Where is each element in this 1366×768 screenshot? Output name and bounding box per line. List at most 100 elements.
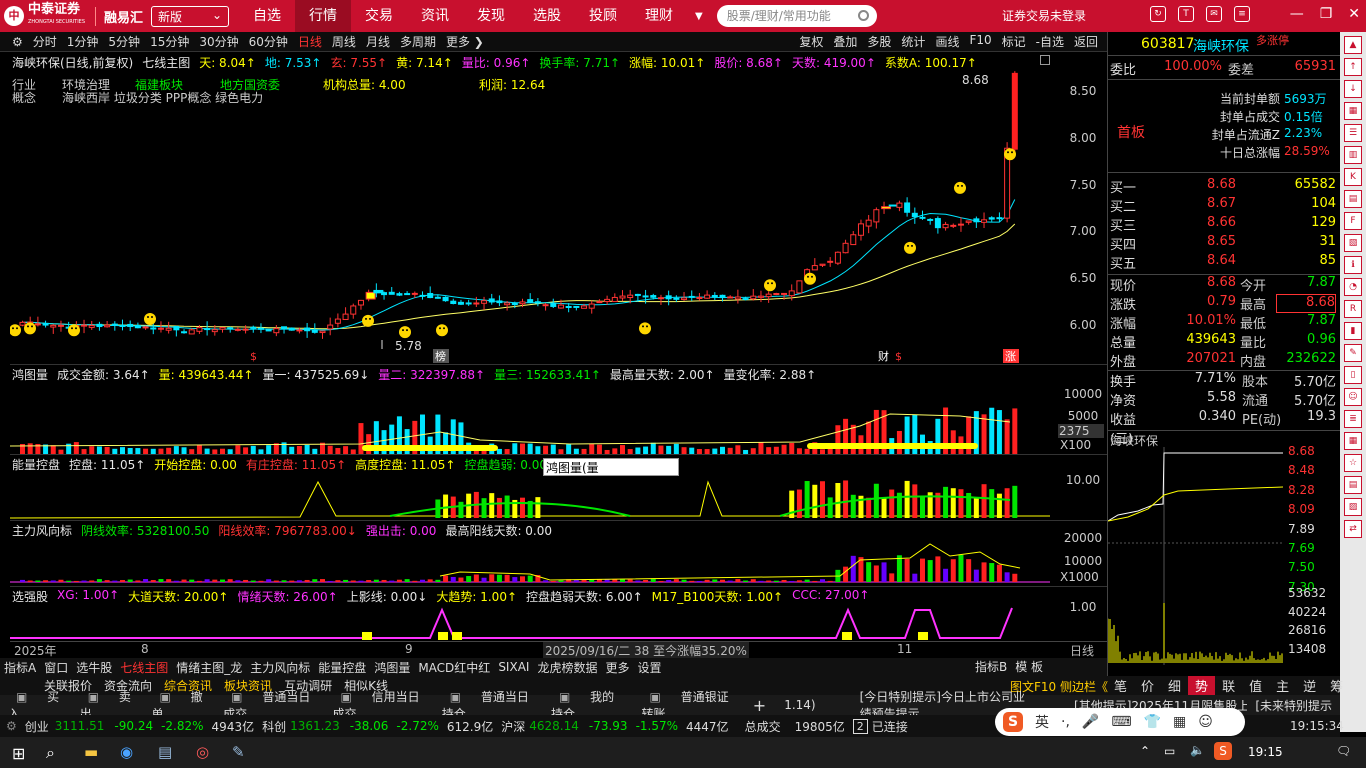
indicator-tab-8[interactable]: MACD红中红 — [414, 659, 494, 676]
period-tab-7[interactable]: 周线 — [327, 33, 361, 50]
indicator-tab-12[interactable]: 设置 — [633, 659, 665, 676]
period-tab-8[interactable]: 月线 — [361, 33, 395, 50]
chart-tool-0[interactable]: 复权 — [794, 33, 828, 50]
notice-3[interactable]: [未来特别提示 — [1247, 697, 1340, 714]
period-tab-2[interactable]: 5分钟 — [103, 33, 145, 50]
chart-icon[interactable]: ▥ — [1344, 146, 1362, 164]
search-input[interactable]: 股票/理财/常用功能 — [716, 5, 877, 27]
mode-tab-0[interactable]: 笔 — [1107, 676, 1134, 695]
indicator-tab-right-1[interactable]: 模 板 — [1015, 658, 1043, 675]
up-icon[interactable]: ▲ — [1344, 36, 1362, 54]
punctuation-icon[interactable]: ·, — [1061, 714, 1070, 730]
period-tab-5[interactable]: 60分钟 — [244, 33, 293, 50]
star-icon[interactable]: ☆ — [1344, 454, 1362, 472]
chart-tool-3[interactable]: 统计 — [896, 33, 930, 50]
stack-icon[interactable]: ≣ — [1344, 410, 1362, 428]
notification-icon[interactable]: 🗨 — [1336, 744, 1351, 758]
calc-icon[interactable]: ▦ — [1344, 432, 1362, 450]
skin-icon[interactable]: 👕 — [1144, 714, 1161, 730]
rsi-icon[interactable]: R — [1344, 300, 1362, 318]
mode-tab-2[interactable]: 细 — [1161, 676, 1188, 695]
minimize-icon[interactable]: — — [1290, 6, 1304, 22]
period-tab-10[interactable]: 更多 ❯ — [441, 33, 489, 50]
refresh-icon[interactable]: ↻ — [1150, 6, 1166, 22]
mode-tab-8[interactable]: 筹 — [1323, 676, 1350, 695]
indicator-tab-10[interactable]: 龙虎榜数据 — [533, 659, 601, 676]
login-status[interactable]: 证券交易未登录 — [1002, 0, 1086, 32]
arrow-down-icon[interactable]: ↓ — [1344, 80, 1362, 98]
chart-tool-8[interactable]: 返回 — [1069, 33, 1103, 50]
nav-6[interactable]: 投顾 — [575, 0, 631, 32]
add-button[interactable]: + — [743, 696, 776, 715]
exchange-icon[interactable]: ⇄ — [1344, 520, 1362, 538]
mode-tab-6[interactable]: 主 — [1269, 676, 1296, 695]
ime-logo-icon[interactable]: S — [1003, 712, 1023, 732]
info-icon[interactable]: ℹ — [1344, 256, 1362, 274]
browser-icon[interactable]: ◉ — [120, 743, 133, 761]
tool-app-icon[interactable]: ✎ — [232, 743, 245, 761]
message-icon[interactable]: ✉ — [1206, 6, 1222, 22]
nav-2[interactable]: 交易 — [351, 0, 407, 32]
chart3-icon[interactable]: ▨ — [1344, 498, 1362, 516]
nav-3[interactable]: 资讯 — [407, 0, 463, 32]
chart-tool-1[interactable]: 叠加 — [828, 33, 862, 50]
indicator-tab-2[interactable]: 选牛股 — [72, 659, 116, 676]
toolbox-icon[interactable]: ▦ — [1173, 714, 1186, 730]
indicator-tab-11[interactable]: 更多 — [601, 659, 633, 676]
trading-app-icon[interactable]: ◎ — [196, 743, 209, 761]
file-explorer-icon[interactable]: ▬ — [84, 743, 98, 761]
gear-icon[interactable]: ⚙ — [0, 35, 28, 49]
chart-tool-4[interactable]: 画线 — [930, 33, 964, 50]
list-icon[interactable]: ☰ — [1344, 124, 1362, 142]
menu-icon[interactable]: ≡ — [1234, 6, 1250, 22]
indicator-tab-1[interactable]: 窗口 — [40, 659, 72, 676]
bid-row[interactable]: 买一 8.68 65582 — [1110, 177, 1338, 196]
mode-tab-3[interactable]: 势 — [1188, 676, 1216, 695]
mode-tab-5[interactable]: 值 — [1242, 676, 1269, 695]
chart-tool-2[interactable]: 多股 — [862, 33, 896, 50]
close-icon[interactable]: ✕ — [1348, 6, 1360, 22]
ime-more-icon[interactable]: ☺ — [1198, 714, 1213, 730]
period-tab-3[interactable]: 15分钟 — [145, 33, 194, 50]
indicator-tab-5[interactable]: 主力风向标 — [246, 659, 314, 676]
intraday-mini-chart[interactable] — [1108, 447, 1283, 665]
mode-tab-4[interactable]: 联 — [1215, 676, 1242, 695]
people-icon[interactable]: ☺ — [1344, 388, 1362, 406]
pie-icon[interactable]: ◔ — [1344, 278, 1362, 296]
windows-start-icon[interactable]: ⊞ — [12, 744, 25, 763]
mode-tab-7[interactable]: 逆 — [1296, 676, 1323, 695]
mode-tab-1[interactable]: 价 — [1134, 676, 1161, 695]
indicator-tab-0[interactable]: 指标A — [0, 659, 40, 676]
period-tab-1[interactable]: 1分钟 — [62, 33, 104, 50]
indicator-tab-9[interactable]: SIXAI — [494, 660, 533, 674]
settings-icon[interactable]: ⚙ — [0, 719, 17, 733]
wind-chart[interactable] — [10, 536, 1058, 586]
microphone-icon[interactable]: 🎤 — [1082, 714, 1099, 730]
nav-1[interactable]: 行情 — [295, 0, 352, 32]
maximize-icon[interactable]: ❐ — [1320, 6, 1333, 22]
bar-icon[interactable]: ▮ — [1344, 322, 1362, 340]
indicator-tab-7[interactable]: 鸿图量 — [370, 659, 414, 676]
bid-row[interactable]: 买五 8.64 85 — [1110, 253, 1338, 272]
volume-icon[interactable]: 🔈 — [1190, 743, 1205, 757]
nav-7[interactable]: 理财 — [631, 0, 687, 32]
period-tab-9[interactable]: 多周期 — [395, 33, 441, 50]
k-icon[interactable]: K — [1344, 168, 1362, 186]
nav-4[interactable]: 发现 — [463, 0, 519, 32]
edition-select[interactable]: 新版 ⌄ — [151, 5, 230, 27]
arrow-up-icon[interactable]: ↑ — [1344, 58, 1362, 76]
network-icon[interactable]: ▭ — [1164, 744, 1175, 758]
table-icon[interactable]: ▤ — [1344, 190, 1362, 208]
kline-chart[interactable]: 8.68 5.78 $ 榜 财 $ 涨 — [10, 52, 1058, 364]
shirt-icon[interactable]: T — [1178, 6, 1194, 22]
chart-tool-5[interactable]: F10 — [964, 33, 996, 50]
news-icon[interactable]: ▤ — [1344, 476, 1362, 494]
doc-icon[interactable]: ▯ — [1344, 366, 1362, 384]
bid-row[interactable]: 买二 8.67 104 — [1110, 196, 1338, 215]
ime-language[interactable]: 英 — [1035, 712, 1049, 732]
nav-5[interactable]: 选股 — [519, 0, 575, 32]
period-tab-4[interactable]: 30分钟 — [194, 33, 243, 50]
chart2-icon[interactable]: ▧ — [1344, 234, 1362, 252]
period-tab-6[interactable]: 日线 — [293, 33, 327, 50]
taskbar-clock[interactable]: 19:15 — [1248, 745, 1283, 759]
